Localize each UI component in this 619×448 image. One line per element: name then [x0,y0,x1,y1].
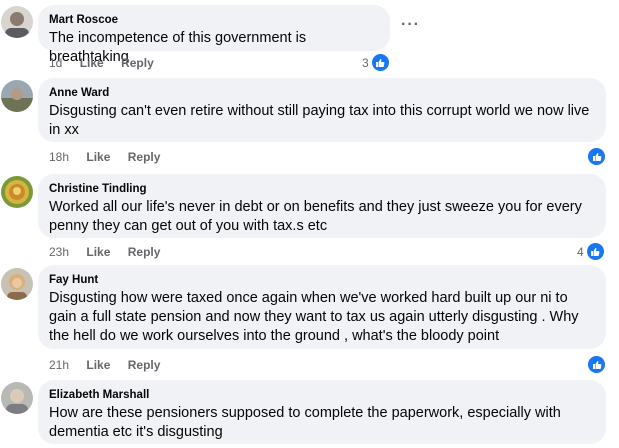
reaction-count[interactable] [587,147,606,166]
comment-text: Disgusting how were taxed once again whe… [49,290,579,344]
thumbs-up-icon [587,355,606,374]
comment-meta: 23h Like Reply [49,245,174,259]
comment-author[interactable]: Christine Tindling [49,182,595,197]
avatar[interactable] [1,268,33,300]
like-button[interactable]: Like [86,358,110,372]
reply-button[interactable]: Reply [128,358,161,372]
comment-author[interactable]: Elizabeth Marshall [49,388,595,403]
thumbs-up-icon [370,53,390,72]
comment-text: How are these pensioners supposed to com… [49,405,561,440]
comment-bubble: Anne Ward Disgusting can't even retire w… [38,78,606,142]
reaction-count[interactable] [587,355,606,374]
avatar[interactable] [1,382,33,414]
like-button[interactable]: Like [80,56,104,70]
comment-time[interactable]: 23h [49,245,69,259]
like-button[interactable]: Like [86,245,110,259]
comment-meta: 21h Like Reply [49,358,174,372]
avatar[interactable] [1,176,33,208]
reply-button[interactable]: Reply [128,150,161,164]
comment-author[interactable]: Anne Ward [49,86,595,101]
avatar[interactable] [1,80,33,112]
comment-author[interactable]: Fay Hunt [49,273,595,288]
reaction-count[interactable]: 3 [362,53,390,72]
reaction-number: 4 [577,244,584,259]
reaction-count[interactable]: 4 [577,242,605,261]
comment-bubble: Fay Hunt Disgusting how were taxed once … [38,265,606,349]
avatar[interactable] [1,6,33,38]
reply-button[interactable]: Reply [128,245,161,259]
comment-bubble: Mart Roscoe The incompetence of this gov… [38,5,390,65]
comment-author[interactable]: Mart Roscoe [49,13,379,28]
comment-time[interactable]: 1d [49,56,62,70]
more-options-icon[interactable]: ··· [401,16,420,34]
comment-bubble: Christine Tindling Worked all our life's… [38,174,606,238]
thumbs-up-icon [585,242,605,261]
comment-time[interactable]: 18h [49,150,69,164]
comment-bubble: Elizabeth Marshall How are these pension… [38,380,606,444]
comment-text: Disgusting can't even retire without sti… [49,103,590,138]
comment-time[interactable]: 21h [49,358,69,372]
comment-text: Worked all our life's never in debt or o… [49,199,582,234]
thumbs-up-icon [587,147,606,166]
comment-meta: 1d Like Reply [49,56,168,70]
reply-button[interactable]: Reply [121,56,154,70]
comment-meta: 18h Like Reply [49,150,174,164]
like-button[interactable]: Like [86,150,110,164]
reaction-number: 3 [362,55,369,70]
